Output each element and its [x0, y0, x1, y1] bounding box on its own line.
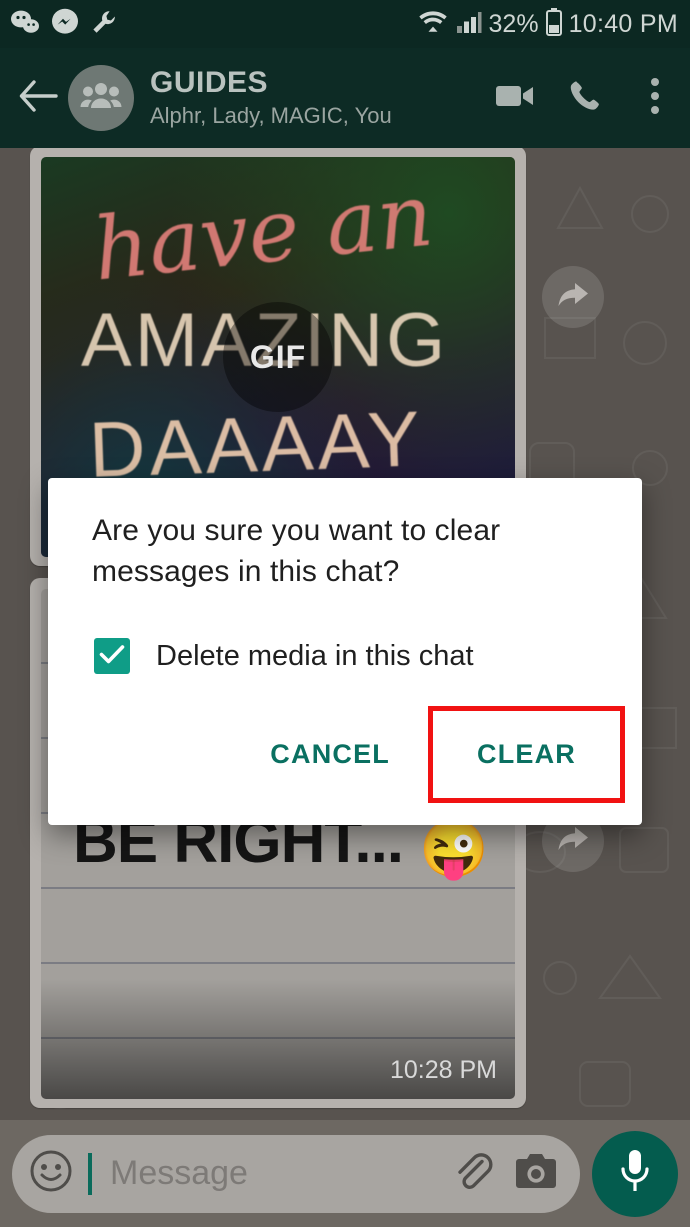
text-cursor	[88, 1152, 92, 1195]
delete-media-checkbox[interactable]	[94, 638, 130, 674]
forward-message-button[interactable]	[542, 266, 604, 328]
battery-icon	[545, 7, 562, 41]
wifi-icon	[417, 9, 449, 40]
app-bar: GUIDES Alphr, Lady, MAGIC, You	[0, 48, 690, 148]
attach-button[interactable]	[446, 1148, 498, 1200]
page-title: GUIDES	[150, 66, 269, 100]
dialog-actions: CANCEL CLEAR	[48, 674, 642, 825]
delete-media-label: Delete media in this chat	[156, 639, 474, 672]
gif-badge-label: GIF	[249, 338, 307, 375]
check-icon	[99, 644, 125, 669]
back-button[interactable]	[10, 79, 66, 118]
status-bar-left-icons	[10, 8, 118, 41]
status-bar-clock: 10:40 PM	[568, 9, 678, 38]
cellular-signal-icon	[456, 10, 482, 39]
status-bar-right: 32% 10:40 PM	[417, 7, 678, 41]
cancel-button[interactable]: CANCEL	[246, 721, 414, 788]
messenger-icon	[51, 8, 79, 41]
dialog-title: Are you sure you want to clear messages …	[92, 514, 501, 588]
voice-call-button[interactable]	[550, 48, 620, 148]
forward-arrow-icon	[556, 824, 590, 859]
winking-tongue-emoji: 😜	[419, 817, 489, 880]
delete-media-checkbox-row[interactable]: Delete media in this chat	[48, 592, 642, 674]
emoji-smiley-icon	[29, 1149, 73, 1198]
wrench-icon	[90, 8, 118, 41]
chat-participants: Alphr, Lady, MAGIC, You	[150, 103, 392, 129]
message-input-container[interactable]: Message	[12, 1134, 580, 1213]
video-call-icon	[495, 82, 535, 115]
forward-arrow-icon	[556, 280, 590, 315]
emoji-button[interactable]	[28, 1149, 74, 1198]
voice-record-button[interactable]	[592, 1130, 678, 1217]
overflow-menu-button[interactable]	[620, 48, 690, 148]
message-input-bar: Message	[0, 1120, 690, 1227]
search-input[interactable]: Message	[110, 1154, 434, 1193]
paperclip-icon	[450, 1149, 494, 1198]
clear-button[interactable]: CLEAR	[453, 721, 600, 788]
clear-messages-dialog: Are you sure you want to clear messages …	[48, 478, 642, 825]
app-bar-actions	[480, 48, 690, 148]
camera-button[interactable]	[510, 1148, 562, 1200]
status-bar: 32% 10:40 PM	[0, 0, 690, 48]
chat-header-titles[interactable]: GUIDES Alphr, Lady, MAGIC, You	[150, 66, 480, 129]
gif-badge: GIF	[223, 302, 333, 412]
group-avatar-icon	[80, 81, 122, 116]
wechat-icon	[10, 9, 40, 40]
battery-percent: 32%	[488, 9, 539, 38]
back-arrow-icon	[18, 79, 58, 118]
more-vert-icon	[650, 76, 660, 121]
message-timestamp: 10:28 PM	[389, 1056, 497, 1084]
avatar[interactable]	[68, 65, 134, 131]
video-call-button[interactable]	[480, 48, 550, 148]
clear-button-highlight: CLEAR	[428, 706, 625, 803]
microphone-icon	[618, 1148, 652, 1199]
camera-icon	[513, 1151, 559, 1196]
phone-call-icon	[568, 79, 602, 118]
